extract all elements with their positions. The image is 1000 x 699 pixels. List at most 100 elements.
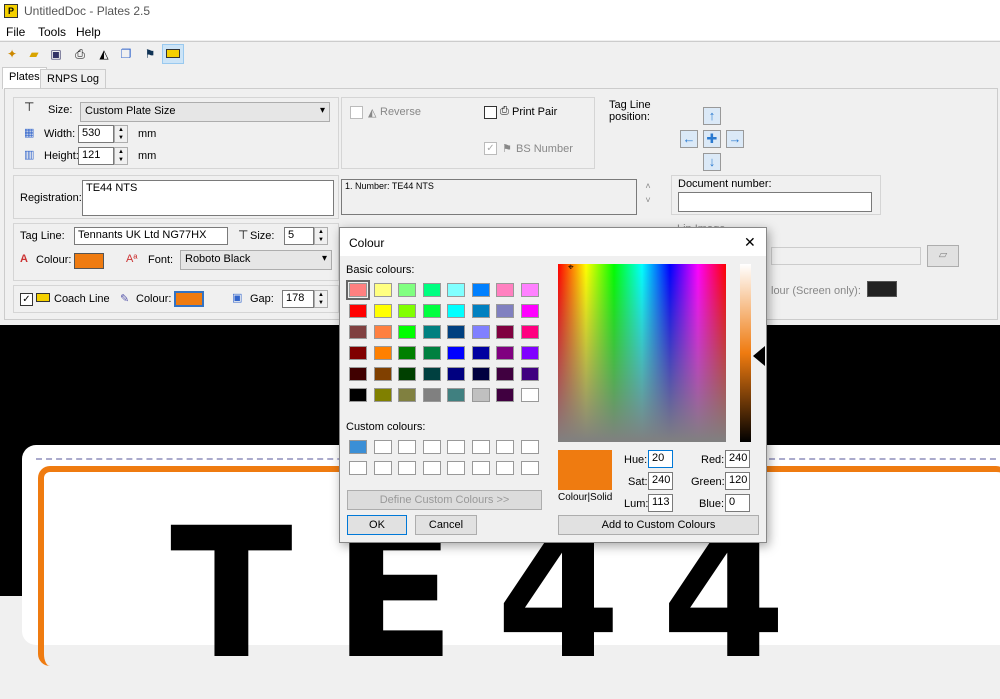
- arrow-up-icon[interactable]: ↑: [703, 107, 721, 125]
- custom-colour-swatch[interactable]: [520, 461, 539, 475]
- basic-colour-swatch[interactable]: [520, 325, 539, 339]
- lum-input[interactable]: 113: [648, 494, 673, 512]
- menu-file[interactable]: File: [6, 25, 25, 39]
- registration-scrollbar[interactable]: ˄ ˅: [641, 179, 655, 215]
- custom-colour-swatch[interactable]: [447, 461, 465, 475]
- basic-colour-swatch[interactable]: [496, 388, 514, 402]
- open-icon[interactable]: ▰: [26, 46, 42, 62]
- width-spinner[interactable]: ▲ ▼: [114, 125, 128, 143]
- menu-tools[interactable]: Tools: [38, 25, 66, 39]
- basic-colour-swatch[interactable]: [373, 388, 392, 402]
- basic-colour-swatch[interactable]: [398, 283, 416, 297]
- basic-colour-swatch[interactable]: [349, 304, 367, 318]
- basic-colour-swatch[interactable]: [447, 325, 465, 339]
- lip-image-input[interactable]: [771, 247, 921, 265]
- basic-colour-swatch[interactable]: [447, 283, 465, 297]
- custom-colour-swatch[interactable]: [471, 461, 490, 475]
- height-spinner[interactable]: ▲ ▼: [114, 147, 128, 165]
- custom-colour-swatch[interactable]: [422, 461, 441, 475]
- tagline-size-spinner[interactable]: ▲ ▼: [314, 227, 328, 245]
- basic-colour-swatch[interactable]: [447, 388, 465, 402]
- basic-colour-swatch[interactable]: [496, 304, 514, 318]
- basic-colour-swatch[interactable]: [349, 367, 367, 381]
- bs-number-checkbox[interactable]: ✓: [484, 142, 497, 155]
- basic-colour-swatch[interactable]: [422, 388, 441, 402]
- size-select[interactable]: Custom Plate Size ▾: [80, 102, 330, 122]
- tagline-font-select[interactable]: Roboto Black ▾: [180, 250, 332, 270]
- basic-colour-swatch[interactable]: [447, 346, 465, 360]
- custom-colour-swatch[interactable]: [373, 440, 392, 454]
- basic-colour-swatch[interactable]: [496, 283, 514, 297]
- width-input[interactable]: 530: [78, 125, 114, 143]
- basic-colour-swatch[interactable]: [373, 304, 392, 318]
- custom-colour-swatch[interactable]: [496, 461, 514, 475]
- luminosity-arrow-icon[interactable]: [753, 346, 765, 366]
- registration-list[interactable]: 1. Number: TE44 NTS: [341, 179, 637, 215]
- center-plus-icon[interactable]: ✚: [703, 130, 721, 148]
- basic-colour-swatch[interactable]: [447, 304, 465, 318]
- custom-colour-swatch[interactable]: [398, 461, 416, 475]
- basic-colour-swatch[interactable]: [398, 304, 416, 318]
- custom-colour-swatch[interactable]: [398, 440, 416, 454]
- basic-colour-swatch[interactable]: [496, 367, 514, 381]
- print-icon[interactable]: ⎙: [72, 46, 88, 62]
- basic-colour-swatch[interactable]: [422, 367, 441, 381]
- red-input[interactable]: 240: [725, 450, 750, 468]
- basic-colour-swatch[interactable]: [373, 325, 392, 339]
- arrow-down-icon[interactable]: ↓: [703, 153, 721, 171]
- mirror-icon[interactable]: ◭: [96, 46, 112, 62]
- close-icon[interactable]: ✕: [744, 234, 756, 251]
- basic-colour-swatch[interactable]: [520, 367, 539, 381]
- plate-icon[interactable]: [162, 44, 184, 64]
- basic-colour-swatch[interactable]: [349, 325, 367, 339]
- basic-colour-swatch[interactable]: [471, 367, 490, 381]
- basic-colour-swatch[interactable]: [520, 283, 539, 297]
- coachline-colour-swatch[interactable]: [174, 291, 204, 307]
- basic-colour-swatch[interactable]: [373, 283, 392, 297]
- basic-colour-swatch[interactable]: [398, 388, 416, 402]
- custom-colour-swatch[interactable]: [422, 440, 441, 454]
- basic-colour-swatch[interactable]: [422, 346, 441, 360]
- tagline-size-input[interactable]: 5: [284, 227, 314, 245]
- colour-spectrum[interactable]: [558, 264, 726, 442]
- open-folder-icon[interactable]: ▱: [927, 245, 959, 267]
- ok-button[interactable]: OK: [347, 515, 407, 535]
- flag-icon[interactable]: ⚑: [142, 46, 158, 62]
- basic-colour-swatch[interactable]: [471, 325, 490, 339]
- screen-colour-swatch[interactable]: [867, 281, 897, 297]
- luminosity-bar[interactable]: [740, 264, 751, 442]
- basic-colour-swatch[interactable]: [373, 367, 392, 381]
- blue-input[interactable]: 0: [725, 494, 750, 512]
- green-input[interactable]: 120: [725, 472, 750, 490]
- reverse-checkbox[interactable]: [350, 106, 363, 119]
- basic-colour-swatch[interactable]: [471, 388, 490, 402]
- basic-colour-swatch[interactable]: [349, 388, 367, 402]
- menu-help[interactable]: Help: [76, 25, 101, 39]
- copy-icon[interactable]: ❐: [118, 46, 134, 62]
- basic-colour-swatch[interactable]: [471, 304, 490, 318]
- new-icon[interactable]: ✦: [4, 46, 20, 62]
- add-to-custom-colours-button[interactable]: Add to Custom Colours: [558, 515, 759, 535]
- basic-colour-swatch[interactable]: [496, 346, 514, 360]
- custom-colour-swatch[interactable]: [520, 440, 539, 454]
- tagline-input[interactable]: Tennants UK Ltd NG77HX: [74, 227, 228, 245]
- save-icon[interactable]: ▣: [48, 46, 64, 62]
- tab-rnps-log[interactable]: RNPS Log: [40, 69, 106, 89]
- basic-colour-swatch[interactable]: [373, 346, 392, 360]
- custom-colour-swatch[interactable]: [447, 440, 465, 454]
- basic-colour-swatch[interactable]: [422, 304, 441, 318]
- basic-colour-swatch[interactable]: [471, 283, 490, 297]
- basic-colour-swatch[interactable]: [422, 283, 441, 297]
- basic-colour-swatch[interactable]: [447, 367, 465, 381]
- basic-colour-swatch[interactable]: [471, 346, 490, 360]
- cancel-button[interactable]: Cancel: [415, 515, 477, 535]
- print-pair-checkbox[interactable]: [484, 106, 497, 119]
- basic-colour-swatch[interactable]: [346, 280, 370, 300]
- registration-input[interactable]: TE44 NTS: [82, 180, 334, 216]
- custom-colour-swatch[interactable]: [373, 461, 392, 475]
- height-input[interactable]: 121: [78, 147, 114, 165]
- custom-colour-swatch[interactable]: [496, 440, 514, 454]
- gap-spinner[interactable]: ▲ ▼: [314, 290, 328, 308]
- basic-colour-swatch[interactable]: [422, 325, 441, 339]
- basic-colour-swatch[interactable]: [496, 325, 514, 339]
